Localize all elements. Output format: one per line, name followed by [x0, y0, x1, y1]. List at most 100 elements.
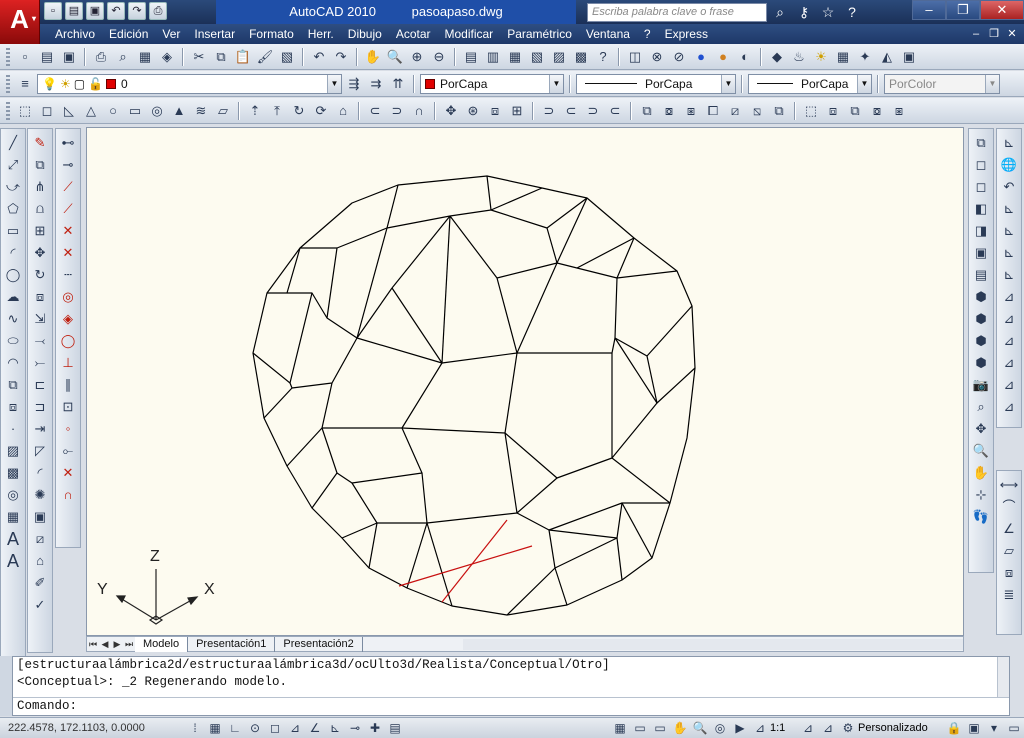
- 3d-rotate-icon[interactable]: ⊛: [463, 101, 483, 121]
- apply-ucs-icon[interactable]: ⊿: [999, 397, 1019, 417]
- help-toolbar-icon[interactable]: ?: [593, 47, 613, 67]
- snap-nearest-icon[interactable]: ⟜: [58, 441, 78, 461]
- doc-close-icon[interactable]: ✕: [1004, 26, 1020, 42]
- extrude-faces-icon[interactable]: ⧇: [659, 101, 679, 121]
- layer-state-icon[interactable]: ⇈: [388, 74, 408, 94]
- prev-tab-icon[interactable]: ◀: [99, 639, 111, 650]
- snap-tangent-icon[interactable]: ◯: [58, 331, 78, 351]
- annotation-scale-value[interactable]: 1:1: [770, 722, 798, 734]
- menu-parametrico[interactable]: Paramétrico: [500, 27, 579, 41]
- move-icon[interactable]: ✥: [30, 243, 50, 263]
- join-icon[interactable]: ⇥: [30, 419, 50, 439]
- close-button[interactable]: ✕: [980, 0, 1024, 20]
- 3d-array-icon[interactable]: ⊞: [507, 101, 527, 121]
- ucs-previous-icon[interactable]: ↶: [999, 177, 1019, 197]
- erase-icon[interactable]: ✎: [30, 133, 50, 153]
- tab-presentacion2[interactable]: Presentación2: [275, 636, 363, 652]
- snap-none-icon[interactable]: ✕: [58, 463, 78, 483]
- table-icon[interactable]: ▦: [3, 507, 23, 527]
- pan-icon[interactable]: ✋: [363, 47, 383, 67]
- publish-icon[interactable]: ▦: [135, 47, 155, 67]
- point-icon[interactable]: ·: [3, 419, 23, 439]
- zaxis-ucs-icon[interactable]: ⊿: [999, 287, 1019, 307]
- sw-iso-icon[interactable]: ⬢: [971, 287, 991, 307]
- camera-icon[interactable]: 📷: [971, 375, 991, 395]
- ellipse-arc-icon[interactable]: ◠: [3, 353, 23, 373]
- key-icon[interactable]: ⚷: [794, 2, 814, 22]
- face-ucs-icon[interactable]: ⊾: [999, 199, 1019, 219]
- object-ucs-icon[interactable]: ⊾: [999, 221, 1019, 241]
- color-dropdown[interactable]: PorCapa ▼: [420, 73, 564, 94]
- plot-icon[interactable]: ⎙: [149, 2, 167, 20]
- snap-mode-icon[interactable]: ⁞: [185, 719, 205, 737]
- snap-node-icon[interactable]: ◦: [58, 419, 78, 439]
- menu-herramientas[interactable]: Herr.: [301, 27, 341, 41]
- sun-icon[interactable]: ☀: [811, 47, 831, 67]
- snap-intersection-icon[interactable]: ✕: [58, 221, 78, 241]
- planar-surface-icon[interactable]: ▱: [213, 101, 233, 121]
- match-properties-icon[interactable]: 🖌: [255, 47, 275, 67]
- extract-edges-icon[interactable]: ⧉: [637, 101, 657, 121]
- front-view-icon[interactable]: ▣: [971, 243, 991, 263]
- bottom-view-icon[interactable]: ◻: [971, 177, 991, 197]
- hatch-icon[interactable]: ▨: [3, 441, 23, 461]
- new-icon[interactable]: ▫: [44, 2, 62, 20]
- y-ucs-icon[interactable]: ⊿: [999, 353, 1019, 373]
- ucs-icon[interactable]: ⊾: [999, 133, 1019, 153]
- presspull-icon[interactable]: ⤒: [267, 101, 287, 121]
- auto-scale-icon[interactable]: ⊿: [818, 719, 838, 737]
- tool-palettes-icon[interactable]: ▦: [505, 47, 525, 67]
- materials-icon[interactable]: ▦: [833, 47, 853, 67]
- 3d-osnap-icon[interactable]: ⊿: [285, 719, 305, 737]
- snap-apparent-icon[interactable]: ✕: [58, 243, 78, 263]
- cylinder-icon[interactable]: ▭: [125, 101, 145, 121]
- union-icon[interactable]: ⊂: [365, 101, 385, 121]
- layer-manager-icon[interactable]: ≡: [15, 74, 35, 94]
- clean-screen-icon[interactable]: ▭: [1004, 719, 1024, 737]
- check-mark-icon[interactable]: ✓: [30, 595, 50, 615]
- dimension-icon[interactable]: ⧄: [30, 529, 50, 549]
- insert-block-icon[interactable]: ⧉: [3, 375, 23, 395]
- menu-ventana[interactable]: Ventana: [579, 27, 637, 41]
- solid-edit-4-icon[interactable]: ⧇: [867, 101, 887, 121]
- x-ucs-icon[interactable]: ⊿: [999, 331, 1019, 351]
- menu-express[interactable]: Express: [658, 27, 715, 41]
- interfere-icon[interactable]: ⊃: [583, 101, 603, 121]
- doc-minimize-icon[interactable]: –: [968, 26, 984, 42]
- area-icon[interactable]: ▱: [999, 541, 1019, 561]
- check-icon[interactable]: ⧄: [725, 101, 745, 121]
- steering-wheel-icon[interactable]: ◎: [710, 719, 730, 737]
- revision-cloud-icon[interactable]: ☁: [3, 287, 23, 307]
- redo-icon[interactable]: ↷: [128, 2, 146, 20]
- imprint-icon[interactable]: ⧅: [747, 101, 767, 121]
- snap-extension-icon[interactable]: ┄: [58, 265, 78, 285]
- slice-icon[interactable]: ⊃: [539, 101, 559, 121]
- menu-insertar[interactable]: Insertar: [187, 27, 242, 41]
- quickcalc-icon[interactable]: ▩: [571, 47, 591, 67]
- pyramid-icon[interactable]: ▲: [169, 101, 189, 121]
- design-center-icon[interactable]: ▥: [483, 47, 503, 67]
- lineweight-dropdown[interactable]: PorCapa ▼: [748, 73, 872, 94]
- redo-icon-2[interactable]: ↷: [331, 47, 351, 67]
- linetype-dropdown[interactable]: PorCapa ▼: [576, 73, 736, 94]
- menu-acotar[interactable]: Acotar: [389, 27, 438, 41]
- rectangle-icon[interactable]: ▭: [3, 221, 23, 241]
- status-menu-icon[interactable]: ▾: [984, 719, 1004, 737]
- solid-edit-1-icon[interactable]: ⬚: [801, 101, 821, 121]
- visual-style-realistic-icon[interactable]: ●: [691, 47, 711, 67]
- revolve-icon[interactable]: ⟳: [311, 101, 331, 121]
- menu-ver[interactable]: Ver: [155, 27, 187, 41]
- origin-ucs-icon[interactable]: ⊾: [999, 265, 1019, 285]
- polyline-icon[interactable]: ⤻: [3, 177, 23, 197]
- shell-icon[interactable]: ⧠: [703, 101, 723, 121]
- command-scrollbar[interactable]: [997, 657, 1009, 697]
- stretch-icon[interactable]: ⇲: [30, 309, 50, 329]
- world-ucs-icon[interactable]: 🌐: [999, 155, 1019, 175]
- qp-icon[interactable]: ▤: [385, 719, 405, 737]
- ellipse-icon[interactable]: ⬭: [3, 331, 23, 351]
- osnap-icon[interactable]: ◻: [265, 719, 285, 737]
- right-view-icon[interactable]: ◨: [971, 221, 991, 241]
- break-at-point-icon[interactable]: ⊏: [30, 375, 50, 395]
- open-file-icon[interactable]: ▤: [37, 47, 57, 67]
- save-file-icon[interactable]: ▣: [59, 47, 79, 67]
